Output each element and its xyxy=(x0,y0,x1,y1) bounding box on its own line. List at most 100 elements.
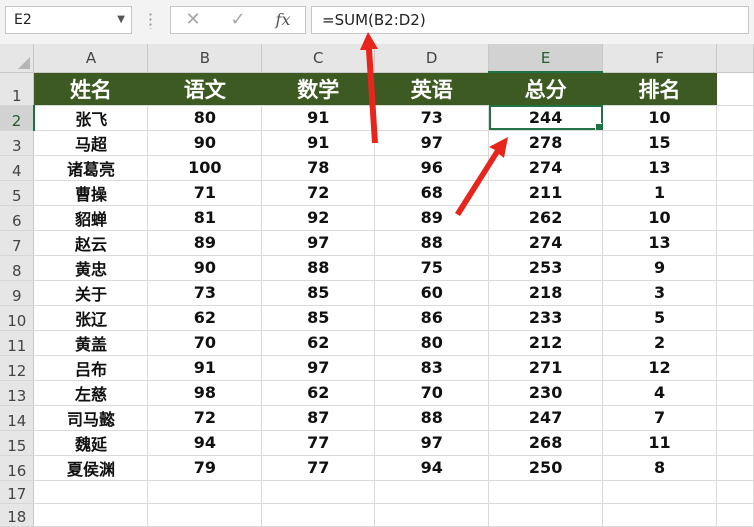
cell-empty[interactable] xyxy=(716,72,754,106)
cell-b4[interactable]: 100 xyxy=(147,155,263,181)
cell-empty[interactable] xyxy=(716,280,754,306)
cell-c15[interactable]: 77 xyxy=(261,430,376,456)
resize-grip-icon[interactable] xyxy=(149,12,152,29)
cell-a11[interactable]: 黄盖 xyxy=(33,330,149,356)
cell-b15[interactable]: 94 xyxy=(147,430,263,456)
cell-e6[interactable]: 262 xyxy=(488,205,604,231)
column-header-d[interactable]: D xyxy=(374,44,490,73)
cell-e10[interactable]: 233 xyxy=(488,305,604,331)
cell-a2[interactable]: 张飞 xyxy=(33,105,149,131)
cell-b18[interactable] xyxy=(147,503,263,527)
cell-d6[interactable]: 89 xyxy=(374,205,490,231)
row-header[interactable]: 7 xyxy=(0,230,35,256)
cell-b12[interactable]: 91 xyxy=(147,355,263,381)
cell-f10[interactable]: 5 xyxy=(602,305,718,331)
cell-d3[interactable]: 97 xyxy=(374,130,490,156)
row-header[interactable]: 3 xyxy=(0,130,35,156)
column-header-e[interactable]: E xyxy=(488,44,604,73)
cell-f7[interactable]: 13 xyxy=(602,230,718,256)
row-header[interactable]: 15 xyxy=(0,430,35,456)
row-header[interactable]: 13 xyxy=(0,380,35,406)
cell-a17[interactable] xyxy=(33,480,149,504)
cell-empty[interactable] xyxy=(716,105,754,131)
cell-c2[interactable]: 91 xyxy=(261,105,376,131)
cell-c6[interactable]: 92 xyxy=(261,205,376,231)
cell-e2[interactable]: 244 xyxy=(488,105,604,131)
cell-f2[interactable]: 10 xyxy=(602,105,718,131)
cell-e13[interactable]: 230 xyxy=(488,380,604,406)
cell-a16[interactable]: 夏侯渊 xyxy=(33,455,149,481)
cell-b17[interactable] xyxy=(147,480,263,504)
cell-a4[interactable]: 诸葛亮 xyxy=(33,155,149,181)
cell-e16[interactable]: 250 xyxy=(488,455,604,481)
row-header[interactable]: 16 xyxy=(0,455,35,481)
header-cell-f[interactable]: 排名 xyxy=(602,72,718,106)
cell-empty[interactable] xyxy=(716,255,754,281)
row-header[interactable]: 14 xyxy=(0,405,35,431)
row-header[interactable]: 12 xyxy=(0,355,35,381)
cell-b3[interactable]: 90 xyxy=(147,130,263,156)
cell-e9[interactable]: 218 xyxy=(488,280,604,306)
header-cell-d[interactable]: 英语 xyxy=(374,72,490,106)
cell-f15[interactable]: 11 xyxy=(602,430,718,456)
cell-f5[interactable]: 1 xyxy=(602,180,718,206)
chevron-down-icon[interactable]: ▼ xyxy=(117,7,125,33)
cancel-icon[interactable]: ✕ xyxy=(181,7,205,33)
cell-empty[interactable] xyxy=(716,380,754,406)
cell-d5[interactable]: 68 xyxy=(374,180,490,206)
cell-empty[interactable] xyxy=(716,330,754,356)
cell-b16[interactable]: 79 xyxy=(147,455,263,481)
cell-e15[interactable]: 268 xyxy=(488,430,604,456)
cell-c4[interactable]: 78 xyxy=(261,155,376,181)
cell-e3[interactable]: 278 xyxy=(488,130,604,156)
cell-a5[interactable]: 曹操 xyxy=(33,180,149,206)
cell-empty[interactable] xyxy=(716,130,754,156)
cell-b6[interactable]: 81 xyxy=(147,205,263,231)
row-header[interactable]: 10 xyxy=(0,305,35,331)
cell-f13[interactable]: 4 xyxy=(602,380,718,406)
cell-a12[interactable]: 吕布 xyxy=(33,355,149,381)
cell-empty[interactable] xyxy=(716,155,754,181)
cell-a18[interactable] xyxy=(33,503,149,527)
cell-a14[interactable]: 司马懿 xyxy=(33,405,149,431)
cell-d2[interactable]: 73 xyxy=(374,105,490,131)
cell-empty[interactable] xyxy=(716,305,754,331)
header-cell-c[interactable]: 数学 xyxy=(261,72,376,106)
cell-b8[interactable]: 90 xyxy=(147,255,263,281)
column-header-a[interactable]: A xyxy=(33,44,149,73)
cell-c5[interactable]: 72 xyxy=(261,180,376,206)
row-header[interactable]: 18 xyxy=(0,503,35,527)
cell-empty[interactable] xyxy=(716,503,754,527)
cell-c9[interactable]: 85 xyxy=(261,280,376,306)
cell-c10[interactable]: 85 xyxy=(261,305,376,331)
row-header[interactable]: 8 xyxy=(0,255,35,281)
cell-c16[interactable]: 77 xyxy=(261,455,376,481)
cell-empty[interactable] xyxy=(716,455,754,481)
cell-f16[interactable]: 8 xyxy=(602,455,718,481)
column-header-c[interactable]: C xyxy=(261,44,376,73)
cell-c12[interactable]: 97 xyxy=(261,355,376,381)
cell-c11[interactable]: 62 xyxy=(261,330,376,356)
cell-a6[interactable]: 貂蝉 xyxy=(33,205,149,231)
cell-b10[interactable]: 62 xyxy=(147,305,263,331)
cell-b2[interactable]: 80 xyxy=(147,105,263,131)
cell-d15[interactable]: 97 xyxy=(374,430,490,456)
header-cell-b[interactable]: 语文 xyxy=(147,72,263,106)
cell-a15[interactable]: 魏延 xyxy=(33,430,149,456)
cell-a10[interactable]: 张辽 xyxy=(33,305,149,331)
cell-e17[interactable] xyxy=(488,480,604,504)
cell-d4[interactable]: 96 xyxy=(374,155,490,181)
cell-b14[interactable]: 72 xyxy=(147,405,263,431)
cell-d10[interactable]: 86 xyxy=(374,305,490,331)
cell-c18[interactable] xyxy=(261,503,376,527)
insert-function-icon[interactable]: fx xyxy=(271,7,295,33)
cell-e18[interactable] xyxy=(488,503,604,527)
header-cell-e[interactable]: 总分 xyxy=(488,72,604,106)
cell-c7[interactable]: 97 xyxy=(261,230,376,256)
cell-e8[interactable]: 253 xyxy=(488,255,604,281)
cell-f18[interactable] xyxy=(602,503,718,527)
cell-empty[interactable] xyxy=(716,405,754,431)
row-header[interactable]: 6 xyxy=(0,205,35,231)
cell-e14[interactable]: 247 xyxy=(488,405,604,431)
cell-d16[interactable]: 94 xyxy=(374,455,490,481)
